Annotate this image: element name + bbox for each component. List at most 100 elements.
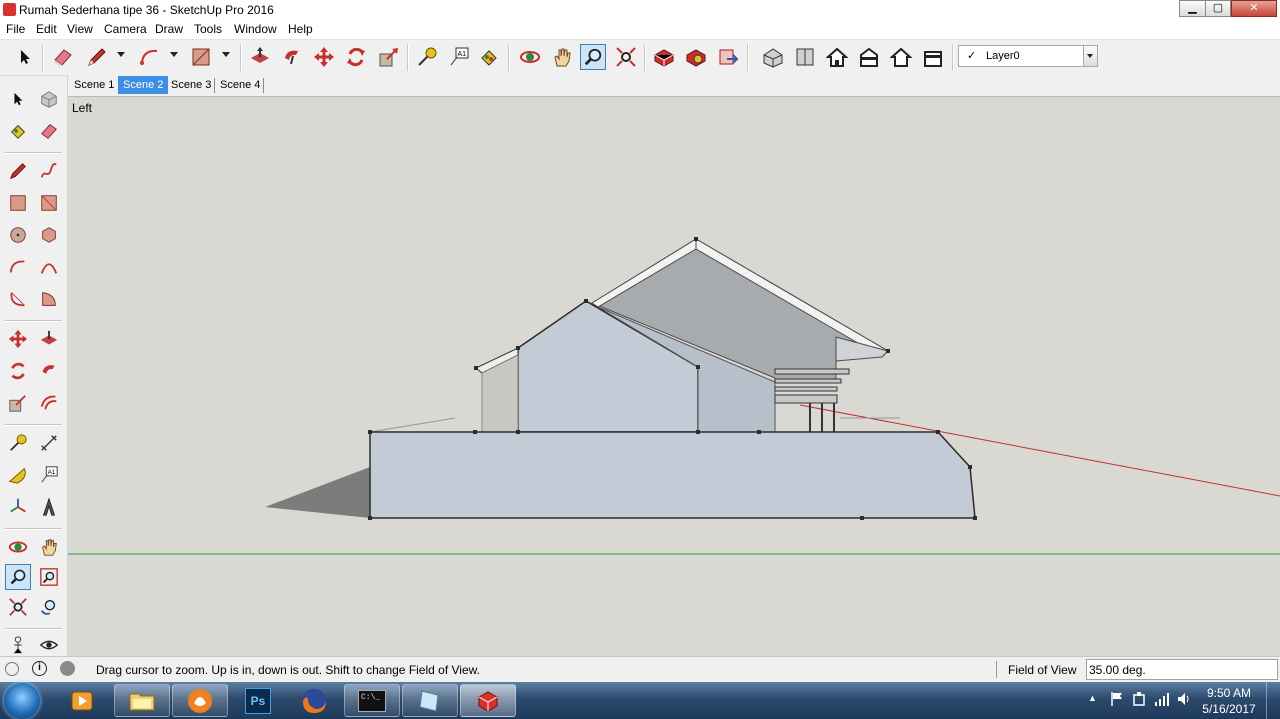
chevron-down-icon[interactable] xyxy=(1083,46,1097,66)
move-icon[interactable] xyxy=(5,326,31,352)
paint-bucket-icon[interactable] xyxy=(5,118,31,144)
rotate-icon[interactable] xyxy=(343,44,369,70)
rotated-rectangle-icon[interactable] xyxy=(36,190,62,216)
front-view-icon[interactable] xyxy=(824,44,850,70)
layer-dropdown[interactable]: ✓ Layer0 xyxy=(958,45,1098,67)
left-view-icon[interactable] xyxy=(920,44,946,70)
zoom-extents-icon[interactable] xyxy=(613,44,639,70)
menu-edit[interactable]: Edit xyxy=(36,22,57,36)
uc-browser-icon[interactable] xyxy=(172,684,228,717)
orbit-icon[interactable] xyxy=(5,534,31,560)
menu-view[interactable]: View xyxy=(67,22,93,36)
make-component-icon[interactable] xyxy=(36,86,62,112)
tape-measure-icon[interactable] xyxy=(5,430,31,456)
position-camera-icon[interactable] xyxy=(5,632,31,658)
eraser-icon[interactable] xyxy=(50,44,76,70)
previous-view-icon[interactable] xyxy=(36,594,62,620)
select-icon[interactable] xyxy=(12,44,38,70)
freehand-icon[interactable] xyxy=(36,158,62,184)
follow-me-icon[interactable] xyxy=(279,44,305,70)
rotate-icon[interactable] xyxy=(5,358,31,384)
zoom-icon[interactable] xyxy=(580,44,606,70)
scale-icon[interactable] xyxy=(5,390,31,416)
photoshop-icon[interactable]: Ps xyxy=(230,684,286,717)
menu-window[interactable]: Window xyxy=(234,22,277,36)
pan-icon[interactable] xyxy=(36,534,62,560)
three-point-arc-icon[interactable] xyxy=(5,286,31,312)
tab-scene-2[interactable]: Scene 2 xyxy=(118,76,169,94)
action-center-flag-icon[interactable] xyxy=(1110,691,1124,710)
pie-icon[interactable] xyxy=(36,286,62,312)
measurements-input[interactable]: 35.00 deg. xyxy=(1086,659,1278,680)
push-pull-icon[interactable] xyxy=(247,44,273,70)
3d-warehouse-icon[interactable] xyxy=(651,44,677,70)
text-icon[interactable]: A1 xyxy=(36,462,62,488)
tab-scene-1[interactable]: Scene 1 xyxy=(69,76,119,94)
3d-text-icon[interactable] xyxy=(36,494,62,520)
zoom-icon[interactable] xyxy=(5,564,31,590)
circle-icon[interactable] xyxy=(5,222,31,248)
sketchup-icon[interactable] xyxy=(460,684,516,717)
eraser-icon[interactable] xyxy=(36,118,62,144)
dimension-icon[interactable] xyxy=(36,430,62,456)
move-icon[interactable] xyxy=(311,44,337,70)
clock-time[interactable]: 9:50 AM xyxy=(1206,686,1252,700)
pan-icon[interactable] xyxy=(549,44,575,70)
info-icon[interactable]: i xyxy=(32,661,47,676)
layout-send-icon[interactable] xyxy=(715,44,741,70)
menu-draw[interactable]: Draw xyxy=(155,22,183,36)
orbit-icon[interactable] xyxy=(517,44,543,70)
two-point-arc-icon[interactable] xyxy=(36,254,62,280)
text-icon[interactable]: A1 xyxy=(446,44,472,70)
menu-help[interactable]: Help xyxy=(288,22,313,36)
axes-icon[interactable] xyxy=(5,494,31,520)
follow-me-icon[interactable] xyxy=(36,358,62,384)
select-icon[interactable] xyxy=(5,86,31,112)
command-prompt-icon[interactable]: C:\_ xyxy=(344,684,400,717)
drawing-viewport[interactable]: Left xyxy=(68,96,1280,656)
show-desktop-button[interactable] xyxy=(1266,682,1280,719)
top-view-icon[interactable] xyxy=(792,44,818,70)
extension-warehouse-icon[interactable] xyxy=(683,44,709,70)
line-pencil-icon[interactable] xyxy=(84,44,110,70)
offset-icon[interactable] xyxy=(36,390,62,416)
tape-measure-icon[interactable] xyxy=(414,44,440,70)
tab-scene-4[interactable]: Scene 4 xyxy=(215,76,265,94)
media-player-icon[interactable] xyxy=(54,684,110,717)
menu-file[interactable]: File xyxy=(6,22,25,36)
minimize-button[interactable]: ▁ xyxy=(1179,0,1206,17)
zoom-window-icon[interactable] xyxy=(36,564,62,590)
device-icon[interactable] xyxy=(1132,691,1146,710)
arc-icon[interactable] xyxy=(137,44,163,70)
rectangle-icon[interactable] xyxy=(188,44,214,70)
close-button[interactable]: ✕ xyxy=(1231,0,1277,17)
look-around-icon[interactable] xyxy=(36,632,62,658)
network-signal-icon[interactable] xyxy=(1154,691,1170,710)
start-button[interactable] xyxy=(4,683,40,719)
zoom-extents-icon[interactable] xyxy=(5,594,31,620)
iso-view-icon[interactable] xyxy=(760,44,786,70)
clock-date[interactable]: 5/16/2017 xyxy=(1200,702,1258,716)
menu-camera[interactable]: Camera xyxy=(104,22,147,36)
geo-location-icon[interactable] xyxy=(5,662,19,676)
arc-icon[interactable] xyxy=(5,254,31,280)
volume-icon[interactable] xyxy=(1176,691,1192,710)
protractor-icon[interactable] xyxy=(5,462,31,488)
show-hidden-icons[interactable]: ▲ xyxy=(1088,693,1097,703)
file-explorer-icon[interactable] xyxy=(114,684,170,717)
polygon-icon[interactable] xyxy=(36,222,62,248)
back-view-icon[interactable] xyxy=(888,44,914,70)
maximize-button[interactable]: ▢ xyxy=(1205,0,1231,17)
firefox-icon[interactable] xyxy=(286,684,342,717)
right-view-icon[interactable] xyxy=(856,44,882,70)
rectangle-icon[interactable] xyxy=(5,190,31,216)
menu-tools[interactable]: Tools xyxy=(194,22,222,36)
tab-scene-3[interactable]: Scene 3 xyxy=(166,76,216,94)
notepad-icon[interactable] xyxy=(402,684,458,717)
user-account-icon[interactable] xyxy=(60,661,75,676)
sketchup-app-icon[interactable] xyxy=(3,3,16,16)
line-pencil-icon[interactable] xyxy=(5,158,31,184)
push-pull-icon[interactable] xyxy=(36,326,62,352)
scale-icon[interactable] xyxy=(376,44,402,70)
paint-bucket-icon[interactable] xyxy=(476,44,502,70)
